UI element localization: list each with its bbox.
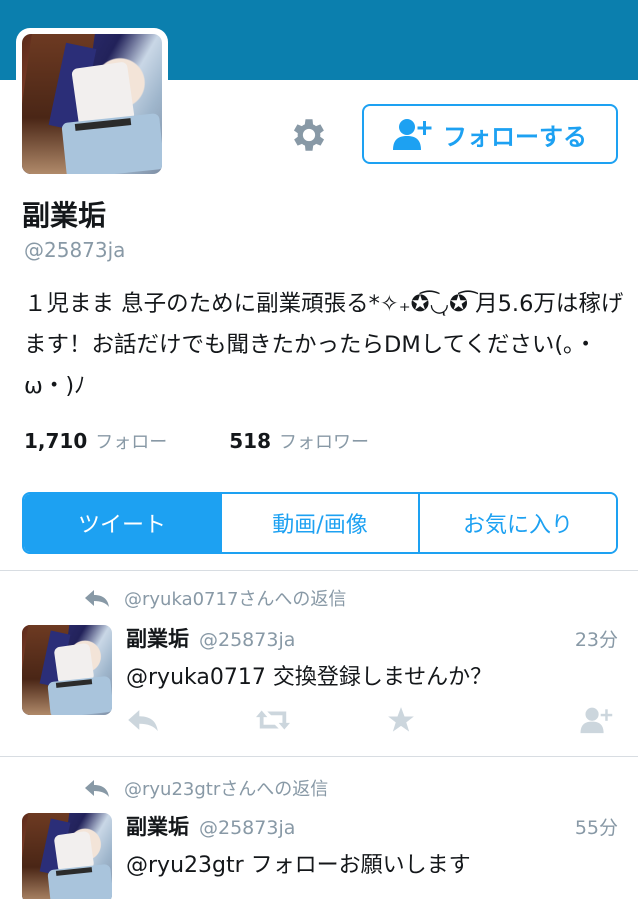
tweet-timestamp[interactable]: 23分	[575, 625, 618, 652]
avatar-photo	[22, 813, 112, 899]
profile-screen-name: @25873ja	[24, 238, 126, 262]
tweet-item[interactable]: @ryuka0717さんへの返信 副業垢 @25873ja 23分 @ryuka0…	[0, 571, 638, 755]
add-user-icon	[393, 119, 432, 150]
follow-button[interactable]: フォローする	[362, 104, 618, 164]
tweet-text: @ryu23gtr フォローお願いします	[126, 853, 471, 878]
tweet-author[interactable]: 副業垢 @25873ja	[126, 811, 295, 841]
tweet-text: @ryuka0717 交換登録しませんか？	[126, 665, 493, 690]
tab-tweets[interactable]: ツイート	[24, 494, 220, 552]
tweet-timestamp[interactable]: 55分	[575, 813, 618, 840]
reply-icon	[85, 590, 109, 607]
reply-context: @ryuka0717さんへの返信	[84, 585, 346, 611]
follow-button-label: フォローする	[443, 122, 587, 151]
reply-icon[interactable]	[126, 705, 160, 735]
add-user-icon[interactable]	[580, 705, 614, 735]
tweet-author-handle: @25873ja	[199, 817, 296, 839]
reply-to-text[interactable]: @ryu23gtrさんへの返信	[124, 775, 328, 801]
following-stat[interactable]: 1,710 フォロー	[24, 428, 167, 454]
tweet-author[interactable]: 副業垢 @25873ja	[126, 623, 295, 653]
avatar-photo	[22, 625, 112, 715]
tweet-author-name: 副業垢	[126, 815, 189, 839]
reply-to-text[interactable]: @ryuka0717さんへの返信	[124, 585, 346, 611]
profile-tabs: ツイート 動画/画像 お気に入り	[22, 492, 618, 554]
tweet-avatar[interactable]	[22, 813, 112, 899]
profile-avatar[interactable]	[16, 28, 168, 180]
followers-label: フォロワー	[279, 432, 370, 453]
retweet-icon[interactable]	[256, 705, 290, 735]
profile-display-name: 副業垢	[22, 199, 107, 232]
tweet-avatar[interactable]	[22, 625, 112, 715]
following-label: フォロー	[95, 432, 168, 453]
tweet-author-handle: @25873ja	[199, 629, 296, 651]
followers-count: 518	[229, 429, 272, 453]
star-icon[interactable]	[384, 705, 418, 735]
reply-context: @ryu23gtrさんへの返信	[84, 775, 328, 801]
reply-icon	[85, 780, 109, 797]
profile-stats: 1,710 フォロー 518 フォロワー	[24, 428, 369, 454]
avatar-photo	[22, 34, 162, 174]
tweet-item[interactable]: @ryu23gtrさんへの返信 副業垢 @25873ja 55分 @ryu23gt…	[0, 757, 638, 899]
tab-media[interactable]: 動画/画像	[220, 494, 418, 552]
gear-icon[interactable]	[288, 114, 330, 156]
tweet-author-name: 副業垢	[126, 627, 189, 651]
following-count: 1,710	[24, 429, 88, 453]
tab-favorites[interactable]: お気に入り	[418, 494, 616, 552]
profile-bio: １児まま 息子のために副業頑張る*✧₊✪͡◡ͅ✪͡ 月5.6万は稼げます！お話だ…	[24, 291, 624, 399]
followers-stat[interactable]: 518 フォロワー	[229, 428, 369, 454]
